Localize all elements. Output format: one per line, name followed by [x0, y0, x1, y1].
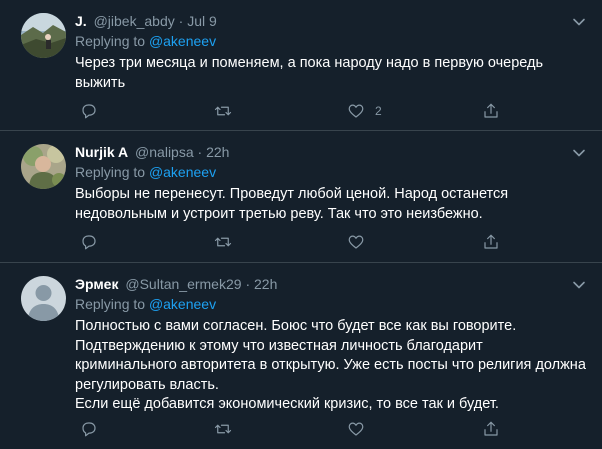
mention-link[interactable]: @akeneev	[149, 164, 216, 180]
like-button[interactable]: 2	[347, 101, 382, 121]
heart-icon	[348, 104, 364, 118]
timestamp[interactable]: 22h	[206, 144, 229, 160]
separator-dot: ·	[197, 144, 203, 160]
share-icon	[484, 421, 498, 436]
timestamp[interactable]: 22h	[254, 276, 277, 292]
reply-feed: J. @jibek_abdy · Jul 9 Replying to @aken…	[0, 0, 602, 449]
like-count: 2	[375, 104, 382, 118]
chevron-down-icon[interactable]	[572, 277, 586, 289]
user-handle[interactable]: @nalipsa	[135, 144, 194, 160]
tweet-header: J. @jibek_abdy · Jul 9	[75, 12, 588, 31]
separator-dot: ·	[245, 276, 251, 292]
avatar[interactable]	[21, 276, 66, 321]
chevron-down-icon[interactable]	[572, 145, 586, 157]
share-icon	[484, 234, 498, 249]
tweet-actions: 2	[75, 101, 505, 121]
reply-icon	[82, 422, 96, 437]
reply-button[interactable]	[80, 419, 98, 439]
retweet-icon	[214, 424, 232, 434]
replying-to: Replying to @akeneev	[75, 163, 588, 182]
reply-button[interactable]	[80, 232, 98, 252]
tweet-actions	[75, 419, 505, 439]
share-icon	[484, 103, 498, 118]
heart-icon	[348, 235, 364, 249]
display-name[interactable]: Эрмек	[75, 276, 118, 292]
display-name[interactable]: Nurjik A	[75, 144, 128, 160]
retweet-button[interactable]	[214, 419, 232, 439]
tweet-header: Эрмек @Sultan_ermek29 · 22h	[75, 275, 588, 294]
tweet-text: Полностью с вами согласен. Боюс что буде…	[75, 318, 586, 412]
reply-icon	[82, 104, 96, 119]
tweet-text: Выборы не перенесут. Проведут любой цено…	[75, 186, 509, 222]
replying-to: Replying to @akeneev	[75, 32, 588, 51]
tweet[interactable]: J. @jibek_abdy · Jul 9 Replying to @aken…	[0, 0, 602, 131]
user-handle[interactable]: @Sultan_ermek29	[125, 276, 241, 292]
share-button[interactable]	[482, 419, 500, 439]
user-handle[interactable]: @jibek_abdy	[94, 13, 175, 29]
like-button[interactable]	[347, 419, 375, 439]
replying-label: Replying to	[75, 164, 146, 180]
mention-link[interactable]: @akeneev	[149, 296, 216, 312]
display-name[interactable]: J.	[75, 13, 87, 29]
reply-button[interactable]	[80, 101, 98, 121]
retweet-button[interactable]	[214, 101, 232, 121]
tweet[interactable]: Nurjik A @nalipsa · 22h Replying to @ake…	[0, 131, 602, 263]
replying-label: Replying to	[75, 296, 146, 312]
retweet-button[interactable]	[214, 232, 232, 252]
share-button[interactable]	[482, 232, 500, 252]
retweet-icon	[214, 237, 232, 247]
chevron-down-icon[interactable]	[572, 14, 586, 26]
retweet-icon	[214, 106, 232, 116]
share-button[interactable]	[482, 101, 500, 121]
replying-label: Replying to	[75, 33, 146, 49]
timestamp[interactable]: Jul 9	[187, 13, 217, 29]
avatar[interactable]	[21, 13, 66, 58]
reply-icon	[82, 235, 96, 250]
separator-dot: ·	[178, 13, 184, 29]
tweet[interactable]: Эрмек @Sultan_ermek29 · 22h Replying to …	[0, 263, 602, 449]
tweet-text: Через три месяца и поменяем, а пока наро…	[75, 55, 544, 91]
heart-icon	[348, 422, 364, 436]
mention-link[interactable]: @akeneev	[149, 33, 216, 49]
tweet-actions	[75, 232, 505, 252]
tweet-header: Nurjik A @nalipsa · 22h	[75, 143, 588, 162]
avatar[interactable]	[21, 144, 66, 189]
like-button[interactable]	[347, 232, 375, 252]
replying-to: Replying to @akeneev	[75, 295, 588, 314]
